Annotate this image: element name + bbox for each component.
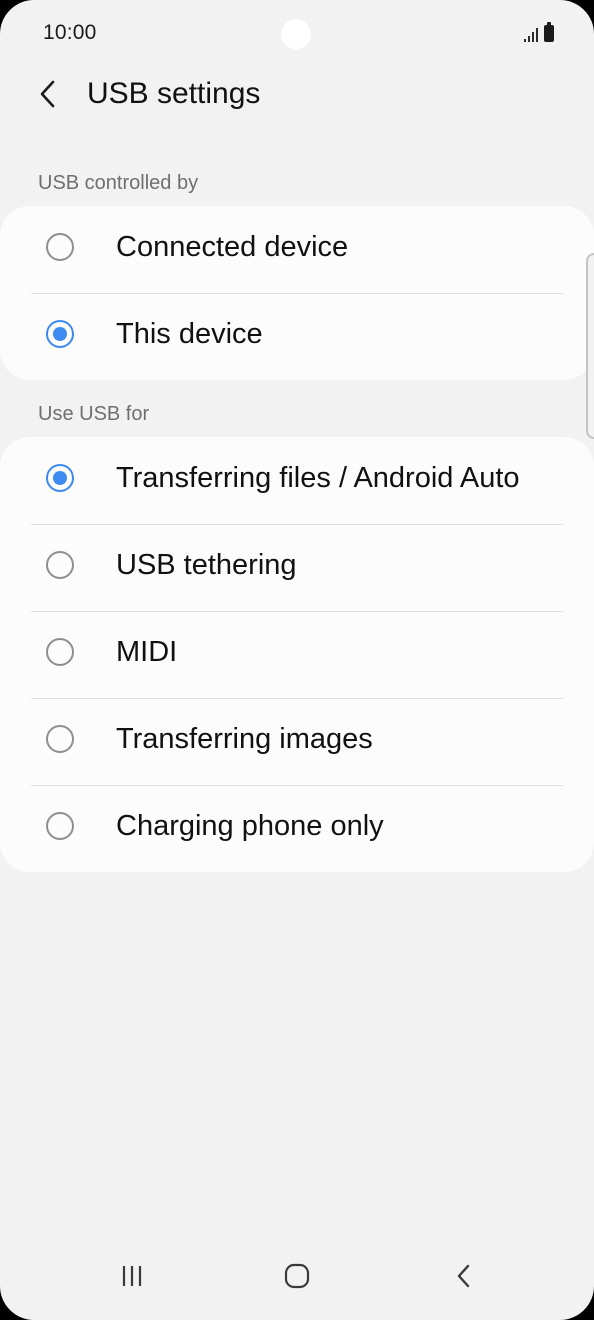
option-label: Connected device xyxy=(116,231,349,263)
home-button[interactable] xyxy=(279,1258,315,1294)
battery-icon xyxy=(544,22,554,42)
radio-button[interactable] xyxy=(46,725,74,753)
back-icon xyxy=(457,1264,470,1288)
option-transferring-images[interactable]: Transferring images xyxy=(0,698,594,785)
radio-button[interactable] xyxy=(46,812,74,840)
back-button[interactable] xyxy=(30,74,66,114)
status-bar: 10:00 xyxy=(0,0,594,66)
usb-settings-screen: 10:00 USB settings USB controlled by Con… xyxy=(0,0,594,1320)
option-this-device[interactable]: This device xyxy=(0,293,594,380)
option-usb-tethering[interactable]: USB tethering xyxy=(0,524,594,611)
camera-cutout xyxy=(281,19,311,49)
radio-button-selected[interactable] xyxy=(46,320,74,348)
radio-button[interactable] xyxy=(46,233,74,261)
use-usb-for-card: Transferring files / Android Auto USB te… xyxy=(0,437,594,872)
status-time: 10:00 xyxy=(43,21,97,44)
recent-apps-button[interactable] xyxy=(116,1258,148,1294)
option-connected-device[interactable]: Connected device xyxy=(0,206,594,293)
signal-icon xyxy=(524,26,538,42)
status-icons xyxy=(524,22,554,42)
option-label: Transferring images xyxy=(116,723,373,755)
option-label: Charging phone only xyxy=(116,810,384,842)
back-nav-button[interactable] xyxy=(446,1258,482,1294)
chevron-left-icon xyxy=(40,80,55,108)
option-transferring-files[interactable]: Transferring files / Android Auto xyxy=(0,437,594,524)
page-title: USB settings xyxy=(87,77,261,110)
option-charging-phone-only[interactable]: Charging phone only xyxy=(0,785,594,872)
radio-button[interactable] xyxy=(46,638,74,666)
section-header-usb-controlled-by: USB controlled by xyxy=(38,172,199,194)
scrollbar[interactable] xyxy=(586,253,594,439)
option-midi[interactable]: MIDI xyxy=(0,611,594,698)
option-label: This device xyxy=(116,318,263,350)
app-bar: USB settings xyxy=(0,66,594,122)
radio-button[interactable] xyxy=(46,551,74,579)
usb-controlled-by-card: Connected device This device xyxy=(0,206,594,380)
option-label: Transferring files / Android Auto xyxy=(116,462,520,494)
navigation-bar xyxy=(0,1240,594,1320)
option-label: MIDI xyxy=(116,636,178,668)
recent-apps-icon xyxy=(122,1266,142,1286)
option-label: USB tethering xyxy=(116,549,297,581)
home-icon xyxy=(284,1263,310,1289)
section-header-use-usb-for: Use USB for xyxy=(38,403,150,425)
radio-button-selected[interactable] xyxy=(46,464,74,492)
